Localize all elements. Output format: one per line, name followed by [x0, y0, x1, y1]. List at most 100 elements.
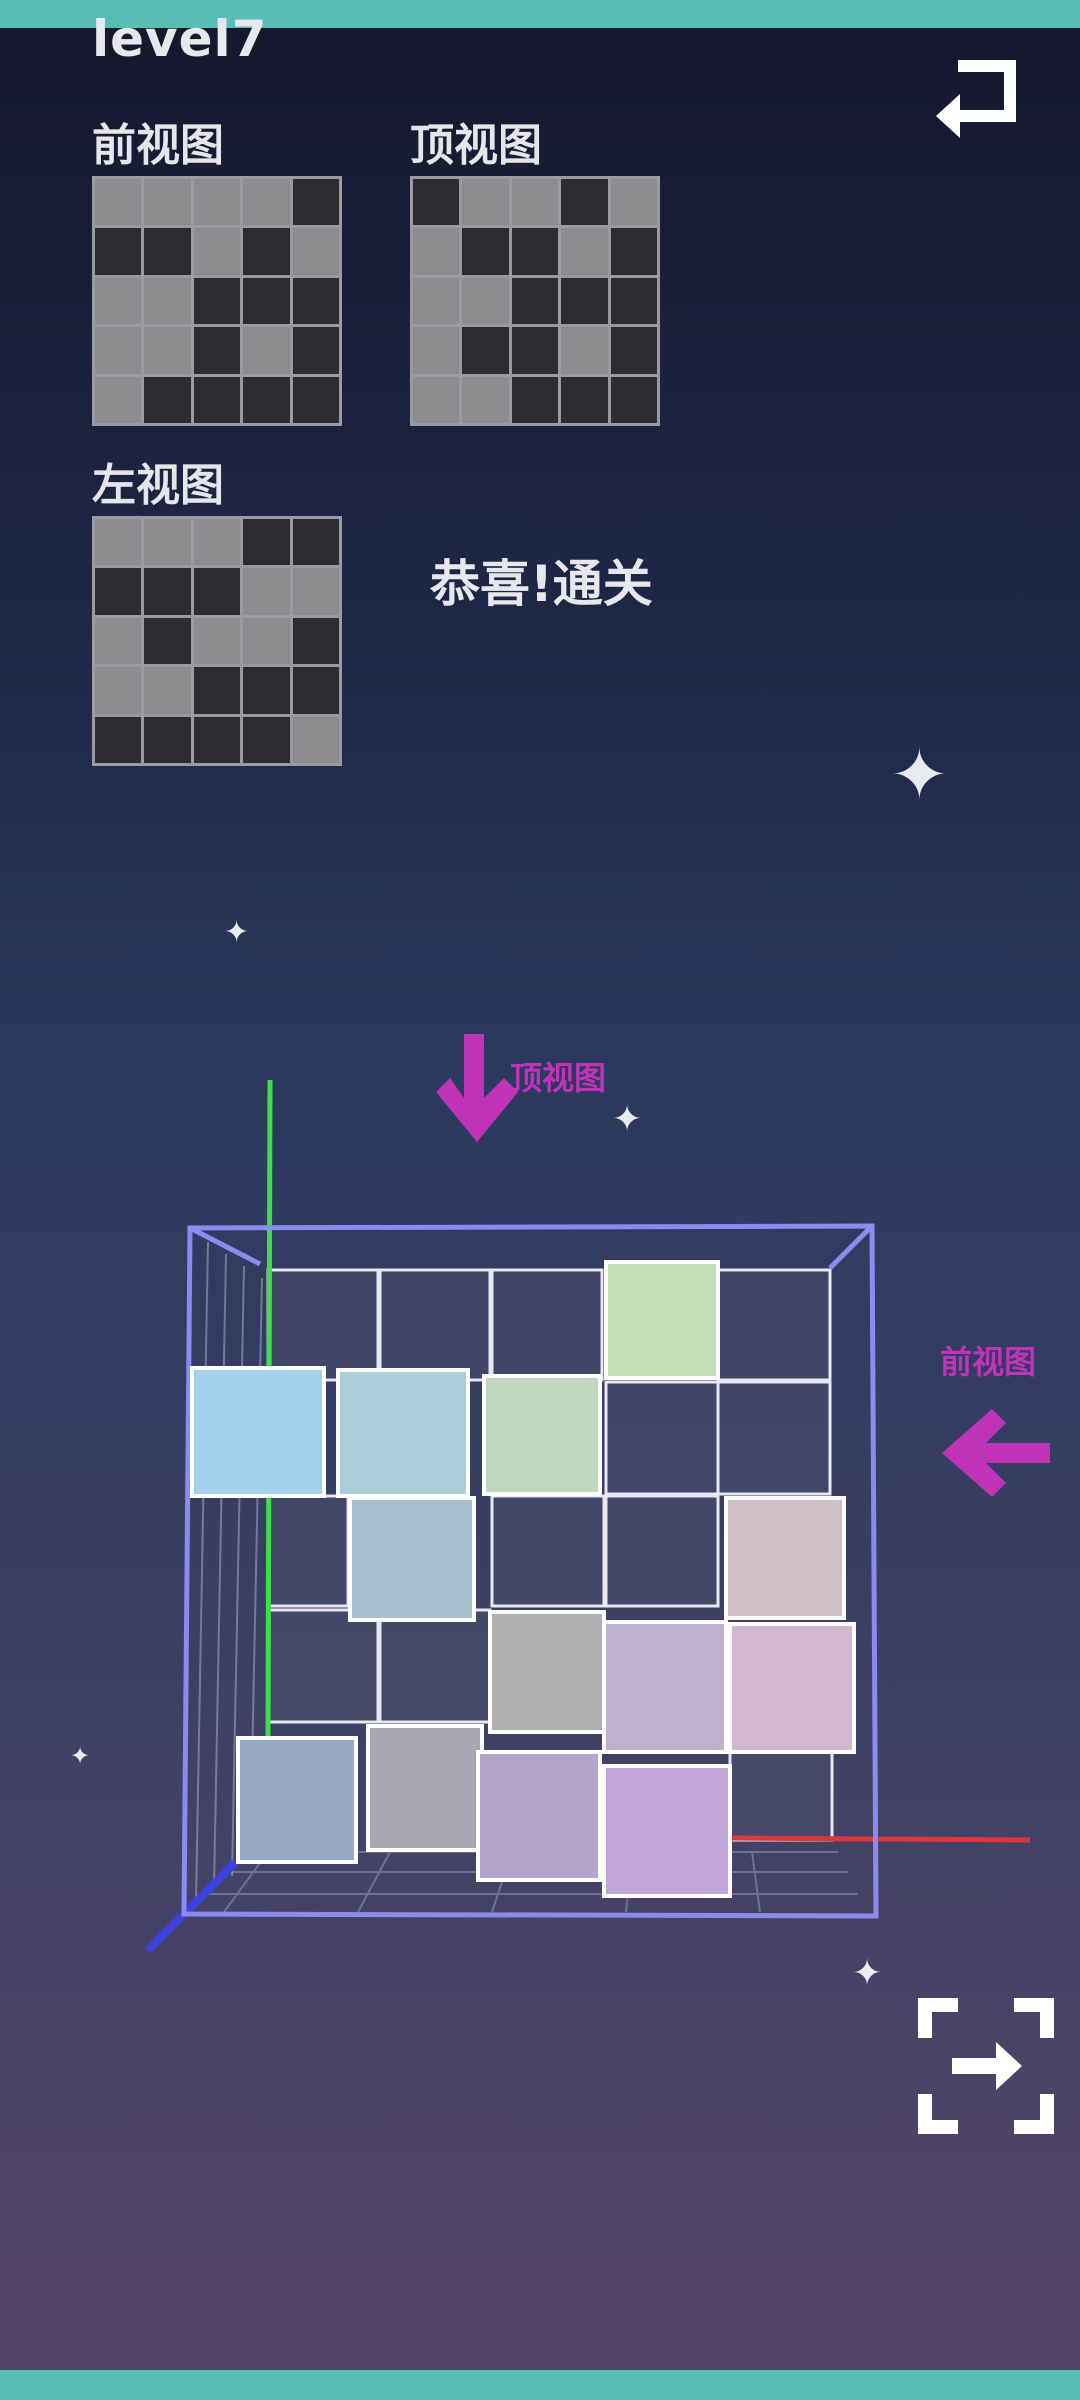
grid-cell [144, 179, 191, 226]
grid-cell [95, 327, 142, 374]
grid-cell [144, 667, 191, 714]
cube [724, 1496, 846, 1620]
back-wall-grid [266, 1268, 834, 1842]
grid-cell [610, 228, 657, 275]
grid-cell [610, 179, 657, 226]
grid-cell [511, 327, 559, 374]
grid-cell [95, 519, 142, 566]
grid-cell [292, 376, 339, 423]
grid-cell [193, 179, 241, 226]
grid-cell [193, 327, 241, 374]
grid-cell [292, 327, 339, 374]
grid-cell [561, 327, 608, 374]
y-axis [265, 1079, 273, 1737]
grid-cell [95, 228, 142, 275]
grid-cell [292, 716, 339, 763]
grid-cell [462, 376, 509, 423]
grid-cell [243, 519, 290, 566]
grid-cell [95, 376, 142, 423]
left-view-grid [92, 516, 342, 766]
grid-cell [610, 376, 657, 423]
grid-cell [95, 277, 142, 325]
grid-cell [292, 667, 339, 714]
grid-cell [561, 376, 608, 423]
top-view-label: 顶视图 [410, 120, 542, 171]
left-wall-grid [195, 1241, 263, 1901]
front-view-grid [92, 176, 342, 426]
grid-cell [193, 376, 241, 423]
grid-cell [243, 667, 290, 714]
sparkle-star: ✦ [612, 1099, 643, 1140]
level-complete-message: 恭喜!通关 [430, 555, 653, 613]
grid-cell [193, 519, 241, 566]
grid-cell [144, 277, 191, 325]
exit-fullscreen-button[interactable] [918, 1998, 1054, 2134]
grid-cell [144, 228, 191, 275]
grid-cell [243, 568, 290, 615]
grid-cell [144, 376, 191, 423]
level-title: level7 [92, 10, 268, 68]
grid-cell [95, 667, 142, 714]
grid-cell [243, 376, 290, 423]
grid-cell [144, 568, 191, 615]
grid-cell [413, 376, 460, 423]
grid-cell [193, 667, 241, 714]
grid-cell [193, 617, 241, 665]
top-view-grid [410, 176, 660, 426]
grid-cell [561, 228, 608, 275]
arrow-down-icon [436, 1034, 518, 1142]
grid-cell [144, 519, 191, 566]
grid-cell [292, 228, 339, 275]
grid-cell [292, 277, 339, 325]
grid-cell [292, 617, 339, 665]
grid-cell [144, 327, 191, 374]
top-view-hint-label: 顶视图 [510, 1059, 607, 1097]
back-button[interactable] [930, 54, 1030, 144]
grid-cell [610, 277, 657, 325]
grid-cell [561, 277, 608, 325]
cube [366, 1724, 484, 1852]
grid-cell [243, 228, 290, 275]
grid-cell [95, 179, 142, 226]
grid-cell [610, 327, 657, 374]
grid-cell [511, 179, 559, 226]
grid-cell [511, 228, 559, 275]
grid-cell [511, 376, 559, 423]
cube [482, 1374, 602, 1496]
cube [728, 1622, 856, 1754]
grid-cell [243, 327, 290, 374]
left-view-label: 左视图 [92, 460, 224, 511]
grid-cell [144, 716, 191, 763]
cube [348, 1496, 476, 1622]
sparkle-star: ✦ [224, 915, 250, 950]
grid-cell [292, 519, 339, 566]
cube [190, 1366, 326, 1498]
cube [236, 1736, 358, 1864]
cube [476, 1750, 602, 1882]
bottom-nav-bar [0, 2370, 1080, 2400]
grid-cell [561, 179, 608, 226]
grid-cell [95, 617, 142, 665]
z-axis [145, 1859, 239, 1953]
cube [604, 1260, 720, 1380]
grid-cell [193, 716, 241, 763]
cube [336, 1368, 470, 1498]
grid-cell [462, 179, 509, 226]
grid-cell [144, 617, 191, 665]
sparkle-star: ✦ [852, 1953, 883, 1994]
grid-cell [413, 228, 460, 275]
grid-cell [292, 179, 339, 226]
exit-fullscreen-icon [918, 1998, 1054, 2134]
grid-cell [511, 277, 559, 325]
grid-cell [243, 277, 290, 325]
front-view-label: 前视图 [92, 120, 224, 171]
grid-cell [243, 617, 290, 665]
grid-cell [193, 277, 241, 325]
grid-cell [193, 228, 241, 275]
arrow-left-icon [942, 1409, 1050, 1497]
cubes [190, 1260, 856, 1898]
bounding-box [181, 1223, 879, 1919]
grid-cell [413, 327, 460, 374]
grid-cell [95, 568, 142, 615]
grid-cell [413, 277, 460, 325]
